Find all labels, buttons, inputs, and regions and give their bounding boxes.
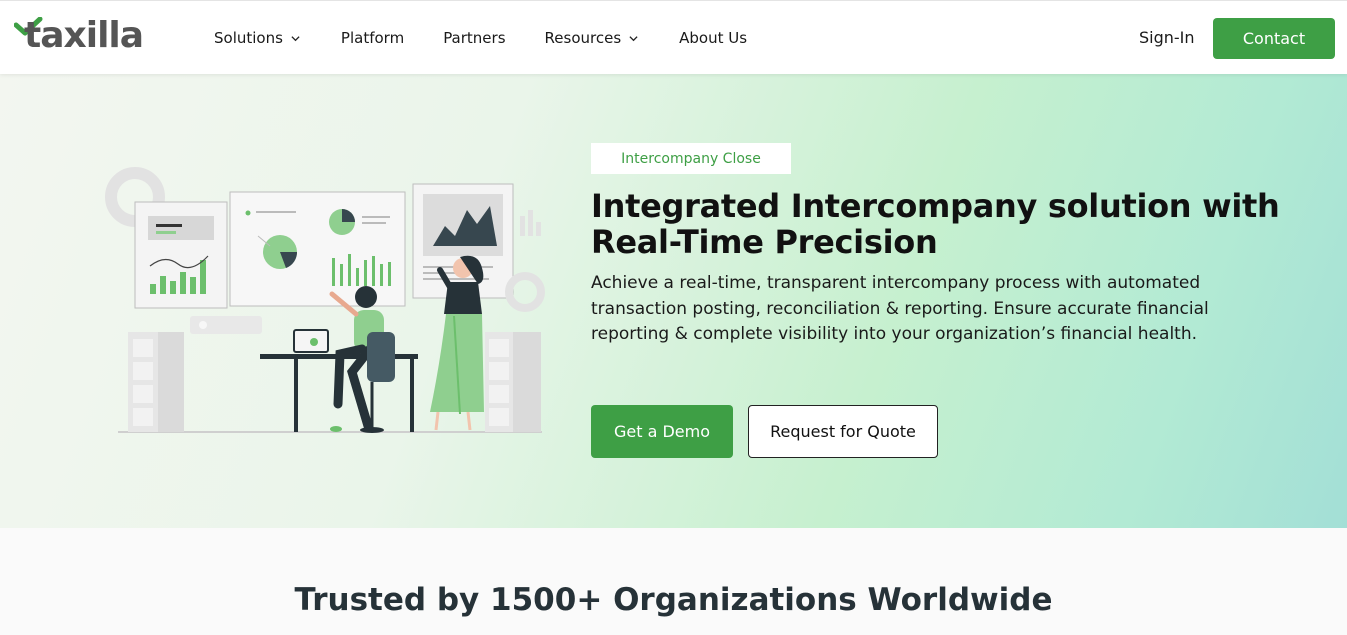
hero-description: Achieve a real-time, transparent interco… [591, 273, 1209, 344]
request-quote-button[interactable]: Request for Quote [748, 405, 938, 458]
sign-in-link[interactable]: Sign-In [1139, 28, 1195, 47]
nav-item-resources[interactable]: Resources [545, 29, 639, 47]
contact-button[interactable]: Contact [1213, 18, 1335, 59]
nav-item-partners[interactable]: Partners [443, 29, 505, 47]
main-nav: Solutions Platform Partners Resources Ab… [214, 1, 747, 75]
logo-wordmark: taxilla [24, 15, 144, 56]
title-line-2: Real-Time Precision [591, 223, 938, 261]
site-header: taxilla Solutions Platform Partners Reso… [0, 0, 1347, 74]
category-tag: Intercompany Close [591, 143, 791, 174]
nav-item-label: About Us [679, 29, 748, 47]
taxilla-logo[interactable]: taxilla [14, 13, 144, 57]
nav-item-label: Resources [544, 29, 622, 47]
hero-section: Intercompany Close Integrated Intercompa… [0, 74, 1347, 528]
nav-item-label: Partners [443, 29, 506, 47]
page-title: Integrated Intercompany solution with Re… [591, 188, 1291, 260]
nav-item-solutions[interactable]: Solutions [214, 29, 300, 47]
trusted-heading: Trusted by 1500+ Organizations Worldwide [294, 582, 1053, 618]
nav-item-label: Solutions [214, 29, 283, 47]
title-line-1: Integrated Intercompany solution with [591, 187, 1280, 225]
hero-illustration [105, 167, 545, 433]
nav-item-about-us[interactable]: About Us [679, 29, 747, 47]
chevron-down-icon [629, 35, 638, 41]
get-demo-button[interactable]: Get a Demo [591, 405, 733, 458]
nav-item-label: Platform [340, 29, 405, 47]
chevron-down-icon [291, 35, 300, 41]
nav-item-platform[interactable]: Platform [341, 29, 404, 47]
